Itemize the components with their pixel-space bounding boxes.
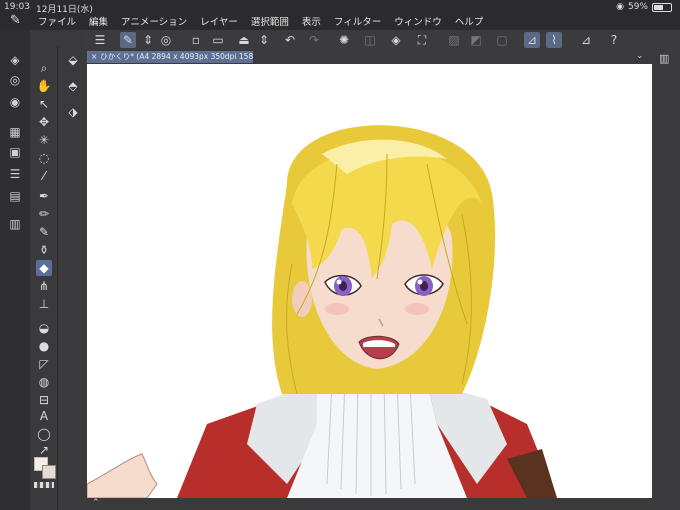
hatch-icon[interactable]: ▨ bbox=[446, 32, 462, 48]
battery-percent: 59% bbox=[627, 2, 648, 12]
sub-view-icon[interactable]: ◉ bbox=[7, 94, 23, 110]
menu-item[interactable]: 選択範囲 bbox=[251, 14, 289, 28]
figure-tool-icon[interactable]: ◸ bbox=[36, 356, 52, 372]
command-bar: ☰ ✎ ⇕ ◎ ▫ ▭ ⏏ ⇕ ↶ ↷ ✺ ◫ ◈ ⛶ ▨ ◩ ▢ ⊿ ⌇ ⊿? bbox=[84, 30, 680, 50]
lasso-icon[interactable]: ◌ bbox=[36, 150, 52, 166]
eraser-sub-icon-3[interactable]: ⬗ bbox=[65, 104, 81, 120]
chevron-down-icon[interactable]: ⌄ bbox=[636, 51, 644, 61]
wifi-icon: ◉ bbox=[616, 2, 624, 12]
menu-item[interactable]: ファイル bbox=[38, 14, 76, 28]
document-tab[interactable]: ×ひかくり* (A4 2894 x 4093px 350dpi 158.2%) bbox=[87, 51, 253, 63]
fill-bucket-icon[interactable]: ◒ bbox=[36, 320, 52, 336]
frame-border-icon[interactable]: ◍ bbox=[36, 374, 52, 390]
tab-close-icon[interactable]: × bbox=[91, 52, 97, 61]
menu-icon[interactable]: ☰ bbox=[92, 32, 108, 48]
sub-color-swatch[interactable] bbox=[42, 465, 56, 479]
move-tool-icon[interactable]: ✥ bbox=[36, 114, 52, 130]
image-icon[interactable]: ▥ bbox=[7, 216, 23, 232]
canvas-illustration bbox=[87, 125, 557, 498]
status-time: 19:03 bbox=[4, 2, 30, 12]
main-menu: ファイル 編集 アニメーション レイヤー 選択範囲 表示 フィルター ウィンドウ ヘルプ bbox=[38, 14, 483, 28]
document-tab-label: ひかくり* (A4 2894 x 4093px 350dpi 158.2%) bbox=[100, 52, 253, 61]
window-icon[interactable]: ▥ bbox=[659, 52, 673, 66]
blend-tool-icon[interactable]: ◆ bbox=[36, 260, 52, 276]
layer-panel-icon[interactable]: ▦ bbox=[7, 124, 23, 140]
pen-curve-icon[interactable]: ⌇ bbox=[546, 32, 562, 48]
material-icon[interactable]: ▣ bbox=[7, 144, 23, 160]
pen-tool-icon[interactable]: ✒ bbox=[36, 188, 52, 204]
pencil-tool-icon[interactable]: ✏ bbox=[36, 206, 52, 222]
ear-shape bbox=[292, 281, 312, 317]
frame-icon[interactable]: ▢ bbox=[494, 32, 510, 48]
left-panel-bar: ◈ ◎ ◉ ▦ ▣ ☰ ▤ ▥ bbox=[0, 30, 30, 510]
eraser-sub-icon-2[interactable]: ⬘ bbox=[65, 78, 81, 94]
magic-wand-icon[interactable]: ✳ bbox=[36, 132, 52, 148]
expand-icon[interactable]: ⌃ bbox=[92, 498, 100, 508]
balloon-icon[interactable]: ⊟ bbox=[36, 392, 52, 408]
menu-item[interactable]: レイヤー bbox=[200, 14, 238, 28]
tool-palette: ⌕ ✋ ↖ ✥ ✳ ◌ ⁄ ✒ ✏ ✎ ⚱ ◆ ⋔ ⊥ ◒ ● ◸ ◍ ⊟ A ◯ ↗ bbox=[30, 46, 58, 510]
gradient-icon[interactable]: ◩ bbox=[468, 32, 484, 48]
status-right: ◉ 59% bbox=[616, 2, 672, 12]
speech-balloon-icon[interactable]: ◯ bbox=[36, 426, 52, 442]
text-tool-icon[interactable]: A bbox=[36, 408, 52, 424]
right-panel-bar: ▥ bbox=[652, 50, 680, 510]
stepper-icon[interactable]: ⇕ bbox=[140, 32, 156, 48]
blush-left bbox=[325, 303, 349, 315]
hand-shape bbox=[87, 453, 158, 498]
eyedropper-icon[interactable]: ⁄ bbox=[36, 168, 52, 184]
bottom-strip bbox=[87, 498, 652, 510]
crop-icon[interactable]: ⛶ bbox=[414, 32, 430, 48]
eraser-sub-icon[interactable]: ⬙ bbox=[65, 52, 81, 68]
status-menu-bar: 19:03 12月11日(水) ◉ 59% ✎ ファイル 編集 アニメーション レイヤ… bbox=[0, 0, 680, 30]
ruler-pen-icon[interactable]: ⊿ bbox=[578, 32, 594, 48]
loading-icon[interactable]: ✺ bbox=[336, 32, 352, 48]
menu-item[interactable]: 表示 bbox=[302, 14, 321, 28]
blush-right bbox=[405, 303, 429, 315]
property-icon[interactable]: ▤ bbox=[7, 188, 23, 204]
brush-tool-icon[interactable]: ✎ bbox=[36, 224, 52, 240]
hand-tool-icon[interactable]: ✋ bbox=[36, 78, 52, 94]
menu-item[interactable]: アニメーション bbox=[121, 14, 187, 28]
battery-icon bbox=[652, 2, 672, 12]
correction-icon[interactable]: ↗ bbox=[36, 442, 52, 458]
ruler-icon[interactable]: ⊿ bbox=[524, 32, 540, 48]
gradient-tool-icon[interactable]: ● bbox=[36, 338, 52, 354]
menu-item[interactable]: ウィンドウ bbox=[394, 14, 442, 28]
menu-item[interactable]: ヘルプ bbox=[455, 14, 484, 28]
app-logo-icon[interactable]: ✎ bbox=[10, 14, 24, 28]
menu-item[interactable]: フィルター bbox=[334, 14, 381, 28]
operation-tool-icon[interactable]: ↖ bbox=[36, 96, 52, 112]
transparent-color-swatch[interactable] bbox=[34, 482, 54, 488]
layers-stack-icon[interactable]: ◈ bbox=[7, 52, 23, 68]
zoom-tool-icon[interactable]: ⌕ bbox=[36, 60, 52, 76]
layers-icon[interactable]: ◫ bbox=[362, 32, 378, 48]
brush-tool-icon[interactable]: ✎ bbox=[120, 32, 136, 48]
list-icon[interactable]: ☰ bbox=[7, 166, 23, 182]
undo-icon[interactable]: ↶ bbox=[282, 32, 298, 48]
airbrush-icon[interactable]: ⚱ bbox=[36, 242, 52, 258]
stepper-icon-2[interactable]: ⇕ bbox=[256, 32, 272, 48]
help-icon[interactable]: ? bbox=[606, 32, 622, 48]
drawing-canvas[interactable] bbox=[87, 64, 652, 498]
target-icon[interactable]: ◎ bbox=[158, 32, 174, 48]
sub-tool-palette: ⬙ ⬘ ⬗ bbox=[58, 46, 86, 510]
menu-item[interactable]: 編集 bbox=[89, 14, 108, 28]
redo-icon[interactable]: ↷ bbox=[306, 32, 322, 48]
stamp-icon[interactable]: ⊥ bbox=[36, 296, 52, 312]
decoration-icon[interactable]: ⋔ bbox=[36, 278, 52, 294]
save-icon[interactable]: ⏏ bbox=[236, 32, 252, 48]
fill-icon[interactable]: ◈ bbox=[388, 32, 404, 48]
navigator-icon[interactable]: ◎ bbox=[7, 72, 23, 88]
open-folder-icon[interactable]: ▭ bbox=[210, 32, 226, 48]
new-file-icon[interactable]: ▫ bbox=[188, 32, 204, 48]
